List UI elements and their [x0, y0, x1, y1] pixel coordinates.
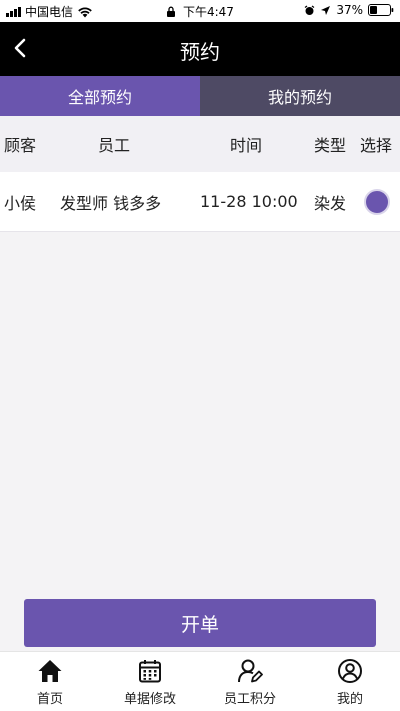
nav-item-order-edit[interactable]: 单据修改 [100, 652, 200, 711]
nav-label-mine: 我的 [336, 692, 363, 707]
nav-item-mine[interactable]: 我的 [300, 652, 400, 711]
nav-label-order-edit: 单据修改 [123, 692, 176, 707]
column-header-type: 类型 [314, 136, 347, 155]
home-icon [38, 660, 62, 682]
column-header-time: 时间 [230, 136, 263, 155]
page-title: 预约 [180, 40, 220, 64]
row-time: 11-28 10:00 [200, 192, 298, 211]
status-bar: 中国电信 下午4:47 37% [0, 0, 400, 22]
row-type: 染发 [314, 193, 347, 213]
column-header-customer: 顾客 [4, 136, 37, 155]
lock-icon [167, 6, 176, 17]
bottom-nav: 首页 单据修改 员工积分 我的 [0, 651, 400, 711]
column-header-staff: 员工 [98, 136, 131, 155]
table-row[interactable]: 小侯 发型师 钱多多 11-28 10:00 染发 [0, 172, 400, 232]
row-staff: 发型师 钱多多 [60, 193, 162, 213]
calendar-icon [139, 660, 161, 683]
column-header-select: 选择 [360, 136, 393, 155]
status-right: 37% [304, 3, 394, 17]
tab-my-appointments[interactable]: 我的预约 [200, 76, 400, 116]
status-time: 下午4:47 [182, 5, 234, 19]
nav-label-home: 首页 [36, 692, 63, 707]
profile-icon [338, 659, 362, 683]
nav-item-home[interactable]: 首页 [0, 652, 100, 711]
row-customer: 小侯 [4, 193, 37, 213]
battery-icon [368, 4, 394, 16]
open-order-button[interactable]: 开单 [24, 599, 376, 647]
alarm-icon [304, 5, 315, 15]
tab-all-appointments[interactable]: 全部预约 [0, 76, 200, 116]
location-icon [321, 5, 331, 15]
row-select-radio[interactable] [364, 188, 390, 215]
tab-bar: 全部预约 我的预约 [0, 76, 400, 116]
user-edit-icon [238, 659, 263, 683]
battery-percent: 37% [336, 3, 363, 17]
header-bar: 预约 [0, 22, 400, 76]
table-header: 顾客 员工 时间 类型 选择 [0, 116, 400, 172]
screen: 中国电信 下午4:47 37% 预约 全部预约 我的预约 顾客 员工 时间 类型… [0, 0, 400, 711]
nav-label-staff-points: 员工积分 [223, 692, 276, 707]
nav-item-staff-points[interactable]: 员工积分 [200, 652, 300, 711]
row-select-cell [360, 172, 390, 231]
